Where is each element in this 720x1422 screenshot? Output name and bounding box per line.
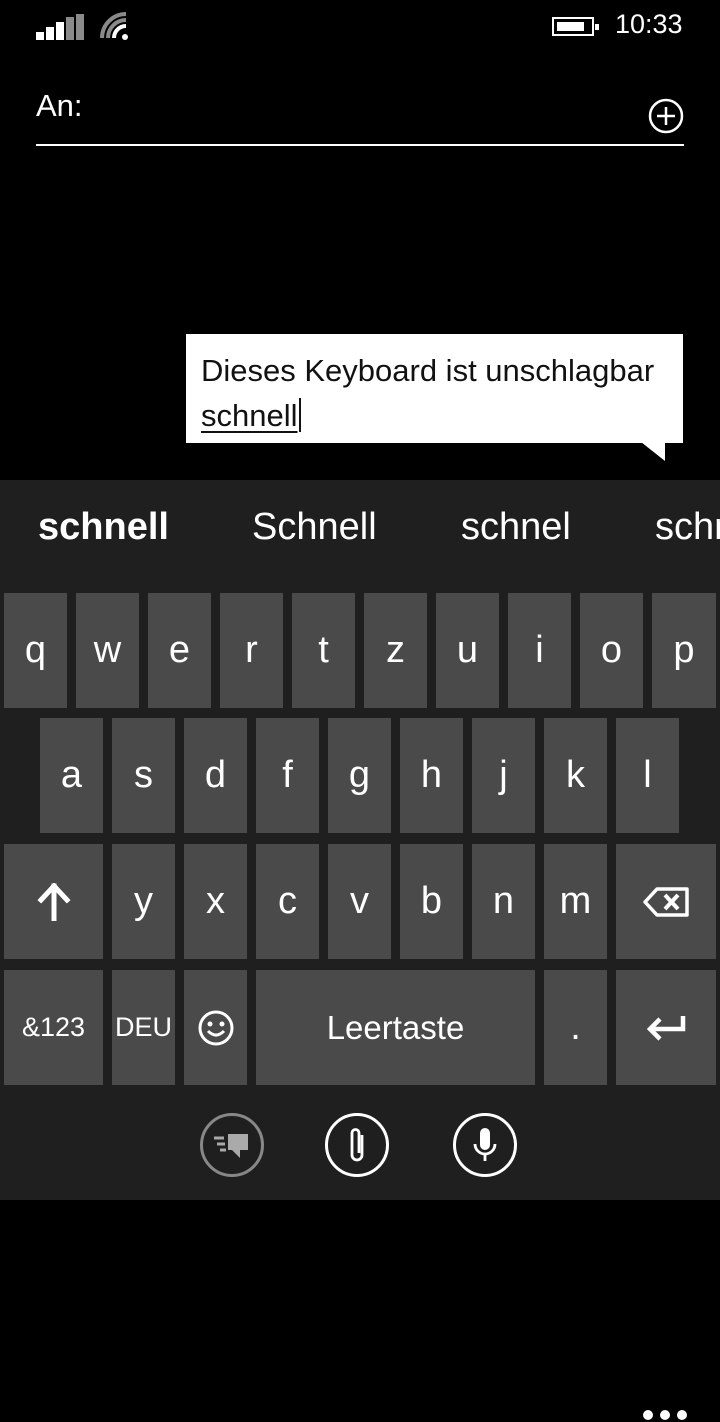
quick-replies-icon — [214, 1134, 248, 1158]
key-k[interactable]: k — [544, 718, 607, 833]
suggestion-3[interactable]: schnel — [461, 506, 571, 549]
key-g[interactable]: g — [328, 718, 391, 833]
enter-key[interactable] — [616, 970, 716, 1085]
status-bar: 10:33 — [0, 0, 720, 56]
key-c[interactable]: c — [256, 844, 319, 959]
message-prefix: Dieses Keyboard ist unschlagbar — [201, 353, 655, 388]
enter-icon — [646, 1015, 686, 1041]
battery-icon — [552, 17, 599, 36]
backspace-icon — [643, 886, 689, 917]
key-i[interactable]: i — [508, 593, 571, 708]
key-a[interactable]: a — [40, 718, 103, 833]
wifi-icon — [100, 12, 128, 40]
key-p[interactable]: p — [652, 593, 716, 708]
microphone-button[interactable] — [453, 1113, 517, 1177]
current-word: schnell — [201, 398, 298, 433]
key-s[interactable]: s — [112, 718, 175, 833]
key-d[interactable]: d — [184, 718, 247, 833]
key-z[interactable]: z — [364, 593, 427, 708]
attach-button[interactable] — [325, 1113, 389, 1177]
key-b[interactable]: b — [400, 844, 463, 959]
period-key[interactable]: . — [544, 970, 607, 1085]
suggestion-2[interactable]: Schnell — [252, 506, 377, 549]
emoji-key[interactable] — [184, 970, 247, 1085]
key-y[interactable]: y — [112, 844, 175, 959]
key-u[interactable]: u — [436, 593, 499, 708]
backspace-key[interactable] — [616, 844, 716, 959]
key-f[interactable]: f — [256, 718, 319, 833]
suggestion-4[interactable]: schne — [655, 506, 720, 549]
key-h[interactable]: h — [400, 718, 463, 833]
smiley-icon — [198, 1010, 233, 1045]
key-v[interactable]: v — [328, 844, 391, 959]
text-caret — [298, 398, 301, 432]
numbers-key[interactable]: &123 — [4, 970, 103, 1085]
microphone-icon — [473, 1128, 497, 1161]
clock: 10:33 — [615, 9, 683, 39]
space-key[interactable]: Leertaste — [256, 970, 535, 1085]
to-field-underline[interactable] — [36, 144, 684, 146]
key-m[interactable]: m — [544, 844, 607, 959]
shift-arrow-up-icon — [36, 882, 71, 921]
key-n[interactable]: n — [472, 844, 535, 959]
key-t[interactable]: t — [292, 593, 355, 708]
attach-paperclip-icon — [350, 1128, 364, 1162]
suggestion-1[interactable]: schnell — [38, 506, 169, 549]
key-q[interactable]: q — [4, 593, 67, 708]
key-j[interactable]: j — [472, 718, 535, 833]
key-x[interactable]: x — [184, 844, 247, 959]
bubble-tail — [641, 442, 665, 461]
to-field-label: An: — [36, 88, 83, 123]
key-e[interactable]: e — [148, 593, 211, 708]
message-text[interactable]: Dieses Keyboard ist unschlagbar schnell — [201, 348, 671, 438]
quick-replies-button[interactable] — [200, 1113, 264, 1177]
key-l[interactable]: l — [616, 718, 679, 833]
key-o[interactable]: o — [580, 593, 643, 708]
key-r[interactable]: r — [220, 593, 283, 708]
key-w[interactable]: w — [76, 593, 139, 708]
shift-key[interactable] — [4, 844, 103, 959]
ellipsis-icon[interactable] — [643, 1410, 689, 1422]
keyboard: schnell Schnell schnel schne q w e r t z… — [0, 480, 720, 1420]
signal-bars-icon — [36, 14, 84, 40]
plus-circle-icon[interactable] — [648, 98, 684, 134]
language-key[interactable]: DEU — [112, 970, 175, 1085]
